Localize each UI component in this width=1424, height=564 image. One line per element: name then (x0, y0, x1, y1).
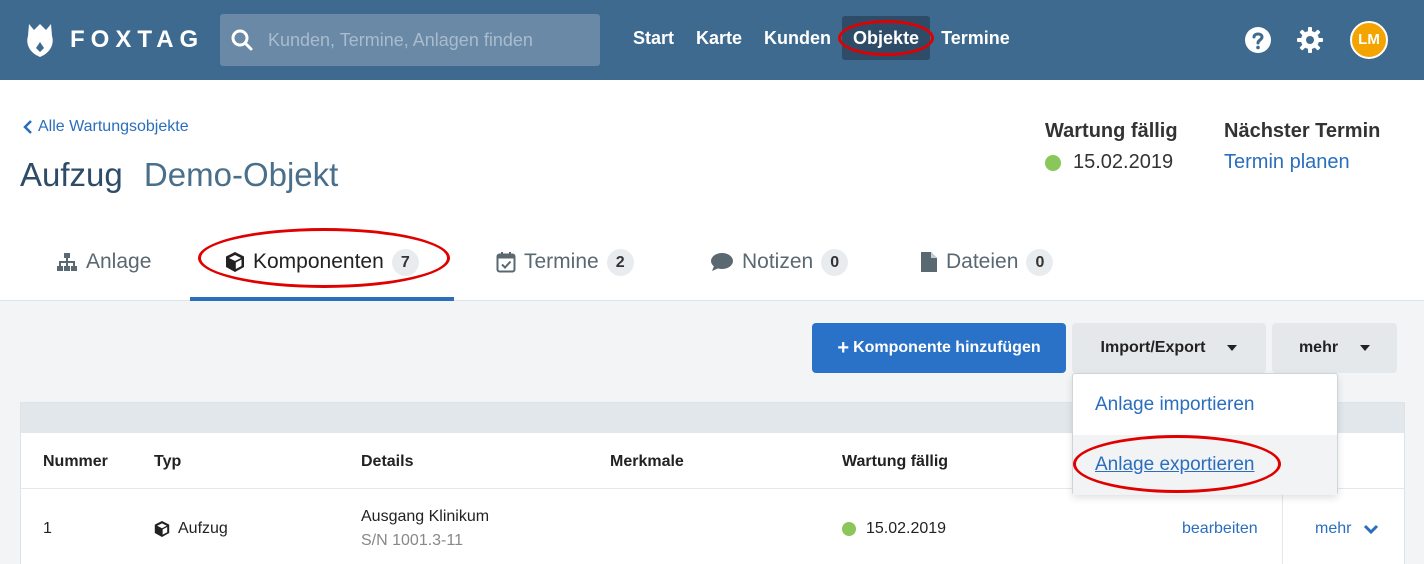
maintenance-due-date: 15.02.2019 (1073, 151, 1174, 173)
sitemap-icon (57, 253, 77, 271)
status-dot-icon (1045, 154, 1061, 171)
fox-logo-icon (27, 24, 53, 57)
calendar-check-icon (496, 252, 516, 273)
import-export-button[interactable]: Import/Export (1072, 323, 1266, 373)
add-component-button[interactable]: + Komponente hinzufügen (812, 323, 1066, 373)
foxtag-logo[interactable]: FOXTAG (24, 20, 204, 60)
main-nav: Start Karte Kunden Objekte Termine (622, 16, 1021, 60)
user-avatar[interactable]: LM (1350, 21, 1388, 59)
table-row[interactable]: 1 Aufzug Ausgang Klinikum S/N 1001.3-11 … (21, 489, 1404, 564)
chevron-left-icon (23, 120, 32, 134)
tab-komponenten-label: Komponenten (253, 250, 384, 273)
status-dot-icon (842, 522, 856, 536)
column-header-details[interactable]: Details (361, 453, 413, 471)
object-name: Demo-Objekt (143, 156, 339, 193)
row-number: 1 (43, 520, 52, 537)
tab-komponenten[interactable]: Komponenten 7 (190, 224, 454, 301)
schedule-appointment-link[interactable]: Termin planen (1224, 151, 1380, 174)
caret-down-icon (1360, 345, 1371, 351)
top-navigation-bar: FOXTAG Start Karte Kunden Objekte Termin… (0, 0, 1424, 80)
row-details-title: Ausgang Klinikum (361, 508, 490, 525)
gear-icon[interactable] (1296, 26, 1324, 54)
tab-anlage[interactable]: Anlage (56, 224, 151, 300)
chevron-down-icon (1364, 524, 1379, 535)
back-link-label: Alle Wartungsobjekte (38, 118, 189, 135)
plus-icon: + (837, 336, 850, 359)
row-type: Aufzug (154, 520, 228, 538)
row-due-date: 15.02.2019 (866, 520, 947, 537)
row-serial-number: S/N 1001.3-11 (361, 532, 463, 549)
import-export-label: Import/Export (1100, 339, 1206, 356)
tab-dateien-label: Dateien (946, 250, 1019, 273)
object-tabs: Anlage Komponenten 7 Termine 2 Notizen 0… (0, 224, 1424, 301)
tab-termine[interactable]: Termine 2 (496, 224, 634, 300)
column-header-type[interactable]: Typ (154, 453, 181, 471)
count-badge: 0 (821, 248, 849, 276)
menu-item-export[interactable]: Anlage exportieren (1073, 435, 1337, 495)
search-icon (231, 29, 253, 51)
help-icon[interactable] (1244, 26, 1272, 54)
column-header-number[interactable]: Nummer (43, 453, 108, 471)
tab-notizen[interactable]: Notizen 0 (710, 224, 849, 300)
row-details: Ausgang Klinikum S/N 1001.3-11 (361, 508, 489, 550)
maintenance-due-value: 15.02.2019 (1045, 151, 1178, 174)
menu-item-import[interactable]: Anlage importieren (1073, 375, 1337, 435)
nav-item-start[interactable]: Start (622, 16, 685, 60)
cube-icon (154, 521, 170, 537)
search-input[interactable] (268, 14, 588, 66)
tab-anlage-label: Anlage (86, 250, 152, 273)
column-divider (1282, 488, 1283, 564)
nav-item-karte[interactable]: Karte (685, 16, 753, 60)
cube-icon (226, 252, 244, 272)
nav-item-objekte[interactable]: Objekte (838, 16, 935, 60)
brand-name: FOXTAG (70, 26, 205, 53)
object-type: Aufzug (20, 156, 123, 193)
nav-item-kunden[interactable]: Kunden (753, 16, 842, 60)
row-more-button[interactable]: mehr (1315, 520, 1379, 538)
count-badge: 7 (391, 248, 419, 276)
count-badge: 2 (606, 248, 634, 276)
more-button[interactable]: mehr (1272, 323, 1397, 373)
next-appointment: Nächster Termin Termin planen (1224, 120, 1380, 174)
maintenance-due-label: Wartung fällig (1045, 120, 1178, 142)
caret-down-icon (1227, 345, 1238, 351)
file-icon (921, 252, 937, 272)
back-link[interactable]: Alle Wartungsobjekte (22, 118, 189, 136)
comment-icon (711, 253, 733, 271)
row-due: 15.02.2019 (842, 520, 946, 538)
page-title: Aufzug Demo-Objekt (20, 156, 338, 194)
tab-notizen-label: Notizen (742, 250, 814, 273)
count-badge: 0 (1026, 248, 1054, 276)
more-label: mehr (1298, 339, 1339, 356)
global-search[interactable] (220, 14, 600, 66)
import-export-dropdown: Anlage importieren Anlage exportieren (1072, 373, 1338, 495)
maintenance-due: Wartung fällig 15.02.2019 (1045, 120, 1178, 174)
next-appointment-label: Nächster Termin (1224, 120, 1381, 142)
nav-item-termine[interactable]: Termine (930, 16, 1021, 60)
column-header-features[interactable]: Merkmale (610, 453, 684, 471)
column-header-due[interactable]: Wartung fällig (842, 453, 948, 471)
edit-link[interactable]: bearbeiten (1182, 520, 1258, 538)
tab-dateien[interactable]: Dateien 0 (920, 224, 1054, 300)
row-more-label: mehr (1315, 520, 1352, 537)
tab-termine-label: Termine (524, 250, 599, 273)
row-type-label: Aufzug (178, 520, 228, 537)
add-component-label: Komponente hinzufügen (853, 339, 1041, 356)
